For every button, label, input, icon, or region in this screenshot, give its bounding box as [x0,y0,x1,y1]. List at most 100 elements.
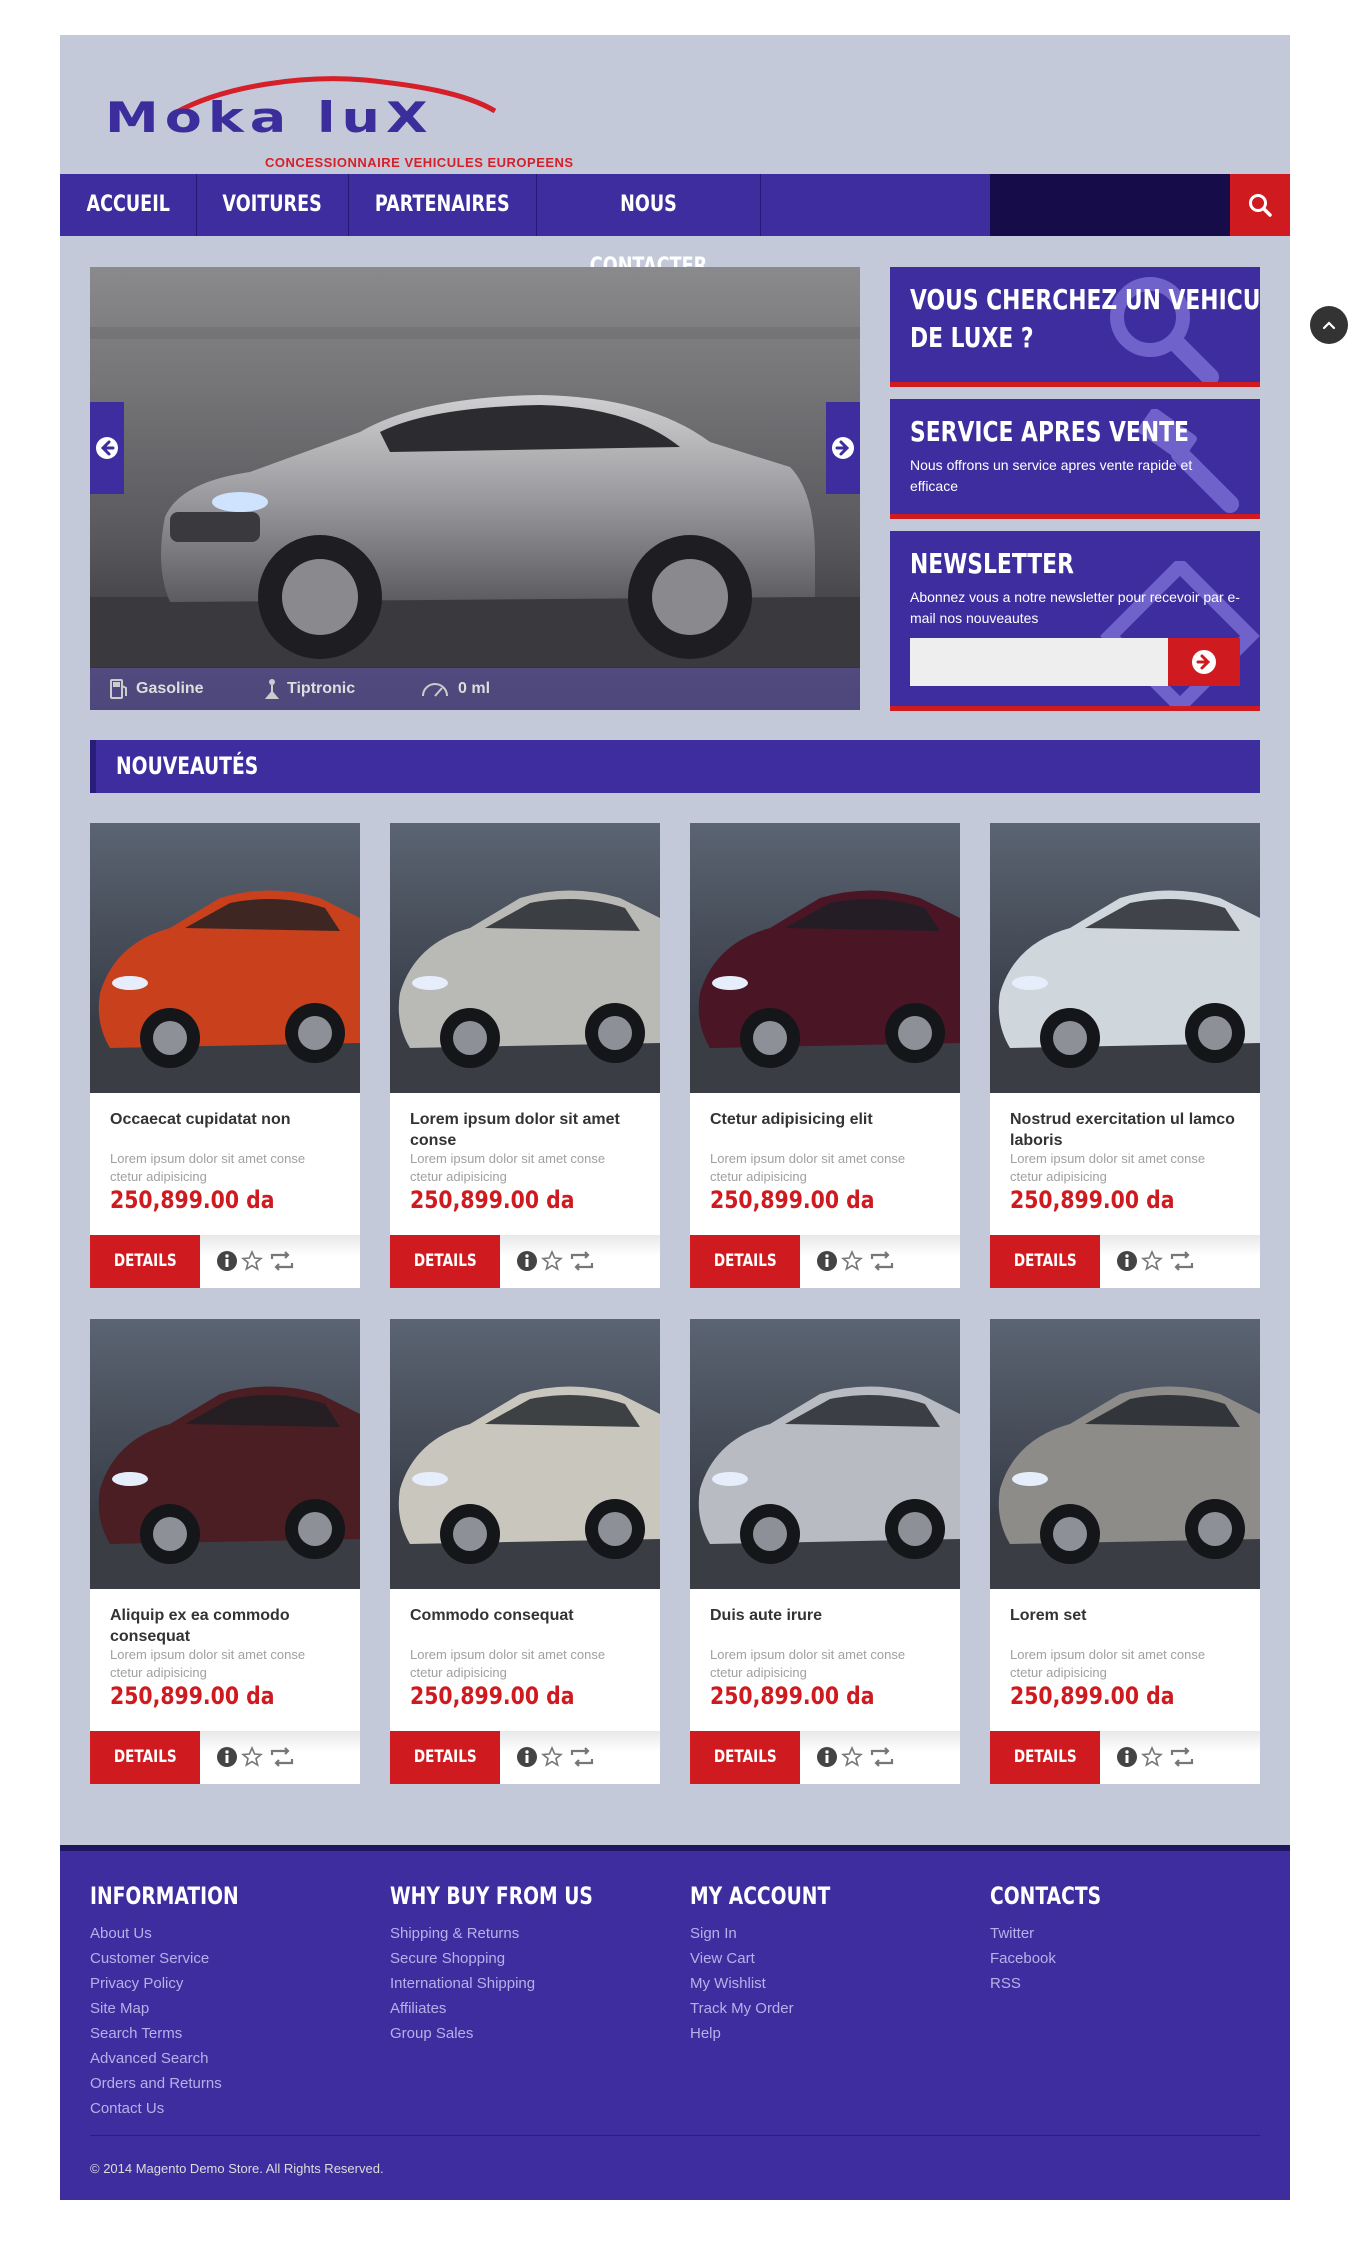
product-name[interactable]: Lorem set [1010,1605,1240,1626]
footer-link[interactable]: Track My Order [690,1996,970,2021]
footer-link[interactable]: Facebook [990,1946,1270,1971]
details-button[interactable]: DETAILS [90,1731,200,1784]
footer-link[interactable]: Group Sales [390,2021,670,2046]
wishlist-button[interactable] [540,1249,564,1273]
wishlist-button[interactable] [540,1745,564,1769]
compare-button[interactable] [1168,1745,1196,1769]
product-card[interactable]: Occaecat cupidatat non Lorem ipsum dolor… [90,823,360,1288]
footer-link[interactable]: View Cart [690,1946,970,1971]
site-logo[interactable]: Moka luX CONCESSIONNAIRE VEHICULES EUROP… [105,75,585,175]
slider-next-button[interactable] [826,402,860,494]
wishlist-button[interactable] [240,1249,264,1273]
compare-button[interactable] [268,1745,296,1769]
product-image[interactable] [990,823,1260,1093]
slider-prev-button[interactable] [90,402,124,494]
product-image[interactable] [90,823,360,1093]
nav-item-accueil[interactable]: ACCUEIL [60,174,197,236]
info-button[interactable] [1115,1745,1139,1769]
compare-button[interactable] [1168,1249,1196,1273]
product-image[interactable] [690,1319,960,1589]
info-button[interactable] [815,1249,839,1273]
search-input[interactable] [990,174,1230,236]
footer-link[interactable]: Orders and Returns [90,2071,370,2096]
scroll-to-top-button[interactable] [1310,306,1348,344]
wishlist-button[interactable] [1140,1745,1164,1769]
info-button[interactable] [515,1745,539,1769]
product-card[interactable]: Ctetur adipisicing elit Lorem ipsum dolo… [690,823,960,1288]
details-label: DETAILS [413,1747,477,1767]
footer-link[interactable]: Help [690,2021,970,2046]
info-button[interactable] [815,1745,839,1769]
product-card[interactable]: Commodo consequat Lorem ipsum dolor sit … [390,1319,660,1784]
product-card[interactable]: Aliquip ex ea commodo consequat Lorem ip… [90,1319,360,1784]
info-button[interactable] [215,1249,239,1273]
product-image[interactable] [990,1319,1260,1589]
product-name[interactable]: Aliquip ex ea commodo consequat [110,1605,340,1647]
wishlist-button[interactable] [840,1745,864,1769]
footer-link[interactable]: International Shipping [390,1971,670,1996]
details-button[interactable]: DETAILS [90,1235,200,1288]
footer-link[interactable]: Advanced Search [90,2046,370,2071]
details-button[interactable]: DETAILS [690,1235,800,1288]
product-card[interactable]: Lorem ipsum dolor sit amet conse Lorem i… [390,823,660,1288]
nav-item-nous-contacter[interactable]: NOUS CONTACTER [537,174,761,279]
compare-button[interactable] [268,1249,296,1273]
footer-link[interactable]: Contact Us [90,2096,370,2121]
hero-slider[interactable]: Gasoline Tiptronic 0 ml [90,267,860,710]
footer-link[interactable]: Twitter [990,1921,1270,1946]
compare-button[interactable] [568,1745,596,1769]
footer-link[interactable]: Privacy Policy [90,1971,370,1996]
footer-link[interactable]: My Wishlist [690,1971,970,1996]
footer-link[interactable]: Search Terms [90,2021,370,2046]
product-name[interactable]: Commodo consequat [410,1605,640,1626]
footer-link[interactable]: RSS [990,1971,1270,1996]
details-button[interactable]: DETAILS [690,1731,800,1784]
product-image[interactable] [390,1319,660,1589]
wishlist-button[interactable] [840,1249,864,1273]
info-button[interactable] [515,1249,539,1273]
details-button[interactable]: DETAILS [390,1235,500,1288]
wishlist-button[interactable] [240,1745,264,1769]
product-image[interactable] [390,823,660,1093]
footer-link[interactable]: Secure Shopping [390,1946,670,1971]
info-button[interactable] [1115,1249,1139,1273]
footer-link[interactable]: Customer Service [90,1946,370,1971]
footer-link[interactable]: Shipping & Returns [390,1921,670,1946]
fuel-pump-icon [110,679,127,699]
search-button[interactable] [1230,174,1290,236]
info-icon [517,1251,537,1271]
info-button[interactable] [215,1745,239,1769]
product-name[interactable]: Occaecat cupidatat non [110,1109,340,1130]
promo-title: VOUS CHERCHEZ UN VEHICULE DE LUXE ? [910,281,1260,357]
compare-button[interactable] [868,1745,896,1769]
footer-link[interactable]: About Us [90,1921,370,1946]
nav-item-voitures[interactable]: VOITURES [197,174,349,236]
newsletter-email-input[interactable] [910,638,1170,686]
compare-button[interactable] [568,1249,596,1273]
product-name[interactable]: Lorem ipsum dolor sit amet conse [410,1109,640,1151]
promo-search-vehicle[interactable]: VOUS CHERCHEZ UN VEHICULE DE LUXE ? [890,267,1260,387]
details-button[interactable]: DETAILS [990,1731,1100,1784]
newsletter-text: Abonnez vous a notre newsletter pour rec… [910,589,1240,626]
product-description: Lorem ipsum dolor sit amet conse ctetur … [110,1151,306,1184]
footer-link[interactable]: Site Map [90,1996,370,2021]
promo-after-sales[interactable]: SERVICE APRES VENTE Nous offrons un serv… [890,399,1260,519]
product-image[interactable] [690,823,960,1093]
product-name[interactable]: Nostrud exercitation ul lamco laboris [1010,1109,1240,1151]
product-card[interactable]: Nostrud exercitation ul lamco laboris Lo… [990,823,1260,1288]
product-image[interactable] [90,1319,360,1589]
product-card[interactable]: Lorem set Lorem ipsum dolor sit amet con… [990,1319,1260,1784]
product-name[interactable]: Ctetur adipisicing elit [710,1109,940,1130]
wishlist-button[interactable] [1140,1249,1164,1273]
product-name[interactable]: Duis aute irure [710,1605,940,1626]
star-icon [841,1250,863,1271]
footer-link[interactable]: Sign In [690,1921,970,1946]
nav-label: VOITURES [222,192,323,217]
compare-button[interactable] [868,1249,896,1273]
footer-link[interactable]: Affiliates [390,1996,670,2021]
nav-item-partenaires[interactable]: PARTENAIRES [349,174,537,236]
details-button[interactable]: DETAILS [390,1731,500,1784]
product-card[interactable]: Duis aute irure Lorem ipsum dolor sit am… [690,1319,960,1784]
details-button[interactable]: DETAILS [990,1235,1100,1288]
newsletter-submit-button[interactable] [1168,638,1240,686]
